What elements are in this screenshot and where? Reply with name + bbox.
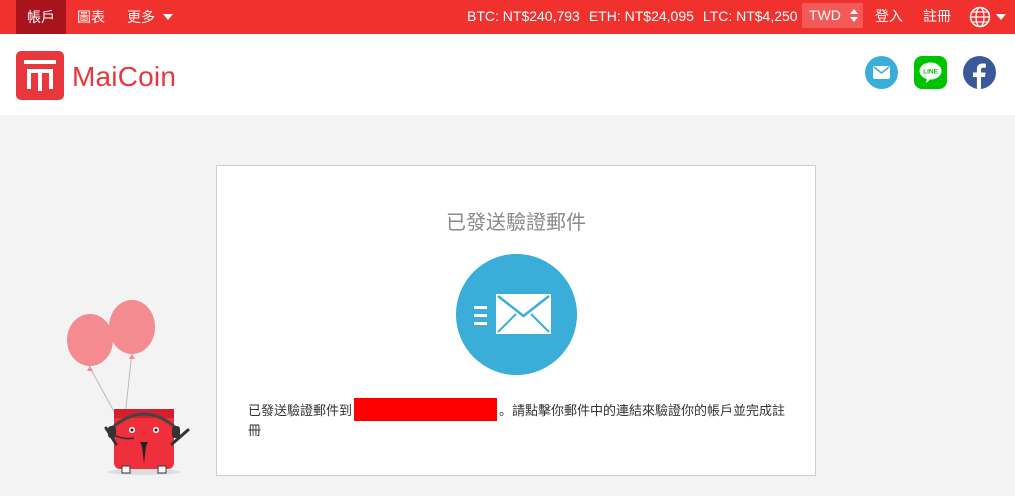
nav-more-label: 更多 [127,9,155,25]
currency-value: TWD [809,7,841,23]
mascot-illustration [67,300,190,475]
brand-name[interactable]: MaiCoin [72,61,176,93]
message-prefix: 已發送驗證郵件到 [248,403,353,418]
top-nav-bar: 帳戶 圖表 更多 BTC: NT$240,793 ETH: NT$24,095 … [0,0,1015,34]
select-arrows-icon [850,9,858,22]
nav-charts-label: 圖表 [77,9,105,25]
line-icon[interactable]: LINE [914,56,947,89]
verification-message: 已發送驗證郵件到 。請點擊你郵件中的連結來驗證你的帳戶並完成註冊 [248,398,793,441]
nav-more-dropdown[interactable]: 更多 [116,0,184,34]
globe-icon[interactable] [969,6,991,28]
page-title: 已發送驗證郵件 [446,212,586,234]
price-ticker: BTC: NT$240,793 ETH: NT$24,095 LTC: NT$4… [467,0,807,34]
nav-charts[interactable]: 圖表 [66,0,116,34]
mail-icon[interactable] [865,56,898,89]
redacted-email [354,398,498,421]
currency-select[interactable]: TWD [802,3,863,28]
login-link[interactable]: 登入 [875,0,903,32]
eth-price: ETH: NT$24,095 [588,8,694,24]
register-link[interactable]: 註冊 [923,0,951,32]
verification-card: 已發送驗證郵件 已發送驗證郵件到 。請點擊你郵件中的連結來驗證你的帳戶並完成註冊 [216,165,816,476]
nav-account-label: 帳戶 [27,9,55,25]
envelope-icon [456,254,577,375]
ltc-price: LTC: NT$4,250 [702,8,798,24]
nav-account[interactable]: 帳戶 [16,0,66,34]
svg-text:LINE: LINE [923,69,938,76]
site-header: MaiCoin LINE [0,34,1015,115]
main-nav: 帳戶 圖表 更多 [16,0,184,34]
facebook-icon[interactable] [963,56,996,89]
language-caret-icon[interactable] [996,14,1006,20]
btc-price: BTC: NT$240,793 [467,8,580,24]
maicoin-logo-icon[interactable] [16,51,64,100]
chevron-down-icon [163,14,173,20]
